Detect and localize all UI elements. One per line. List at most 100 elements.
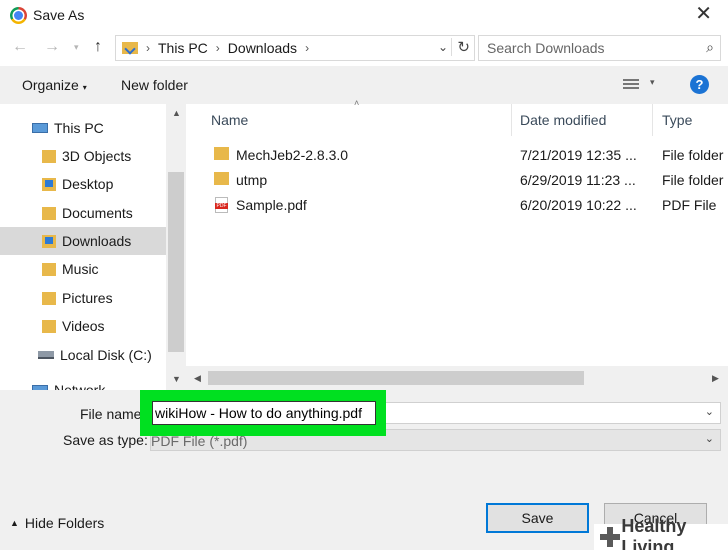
window-title: Save As — [33, 7, 85, 23]
desktop-icon — [42, 177, 56, 191]
breadcrumb-downloads[interactable]: Downloads — [228, 40, 297, 56]
organize-label: Organize — [22, 77, 79, 93]
sidebar-item-label: Videos — [62, 318, 105, 334]
sidebar-item-label: Network — [54, 382, 106, 390]
folder-icon — [214, 147, 229, 160]
sidebar-item-label: Desktop — [62, 176, 114, 192]
downloads-folder-icon — [122, 42, 138, 54]
view-options-icon[interactable] — [623, 79, 639, 91]
sidebar-item-label: Documents — [62, 205, 133, 221]
close-icon[interactable]: ✕ — [695, 4, 712, 24]
organize-button[interactable]: Organize ▾ — [22, 77, 87, 93]
breadcrumb-this-pc[interactable]: This PC — [158, 40, 208, 56]
scroll-down-icon[interactable]: ▼ — [172, 374, 181, 384]
up-arrow-icon[interactable]: ↑ — [94, 38, 102, 56]
title-bar: Save As ✕ — [0, 0, 728, 30]
watermark-badge: Healthy Living — [594, 516, 728, 550]
sidebar-item-label: Music — [62, 261, 99, 277]
file-name: MechJeb2-2.8.3.0 — [236, 147, 349, 163]
file-name-input[interactable] — [152, 401, 376, 425]
search-box[interactable]: ⌕ — [478, 35, 721, 61]
column-divider[interactable] — [652, 104, 653, 136]
sidebar-item-downloads[interactable]: Downloads — [0, 227, 166, 255]
back-arrow-icon[interactable]: ← — [12, 38, 28, 56]
file-name-highlight — [140, 390, 386, 436]
column-divider[interactable] — [511, 104, 512, 136]
music-icon — [42, 262, 56, 276]
sidebar-item-pictures[interactable]: Pictures — [0, 284, 166, 312]
videos-icon — [42, 319, 56, 333]
3d-objects-icon — [42, 149, 56, 163]
sidebar-item-label: This PC — [54, 120, 104, 136]
sidebar-item-this-pc[interactable]: This PC — [0, 114, 166, 142]
search-icon[interactable]: ⌕ — [706, 39, 714, 56]
chevron-up-icon: ▲ — [10, 518, 19, 528]
chevron-down-icon: ▾ — [82, 83, 87, 92]
chevron-down-icon[interactable]: ⌄ — [705, 405, 714, 418]
breadcrumb-separator-icon[interactable]: › — [146, 41, 150, 55]
scroll-left-icon[interactable]: ◀ — [194, 373, 201, 384]
forward-arrow-icon[interactable]: → — [44, 38, 60, 56]
pc-icon — [32, 123, 48, 133]
column-header-name[interactable]: Name — [211, 112, 248, 128]
search-input[interactable] — [479, 36, 689, 60]
scrollbar-thumb[interactable] — [208, 371, 584, 385]
file-date: 6/29/2019 11:23 ... — [520, 172, 636, 188]
save-as-type-label: Save as type: — [63, 432, 148, 448]
sidebar-scrollbar[interactable]: ▲ ▼ — [166, 104, 186, 390]
recent-locations-chevron-icon[interactable]: ▾ — [74, 42, 79, 53]
command-bar: Organize ▾ New folder ▾ ? — [0, 66, 728, 104]
address-bar[interactable]: › This PC › Downloads › ⌄ ↻ — [115, 35, 475, 61]
column-header-date-modified[interactable]: Date modified — [520, 112, 606, 128]
downloads-icon — [42, 234, 56, 248]
file-type: PDF File — [662, 197, 717, 213]
table-row[interactable]: MechJeb2-2.8.3.0 7/21/2019 12:35 ... Fil… — [204, 144, 728, 168]
table-row[interactable]: utmp 6/29/2019 11:23 ... File folder — [204, 169, 728, 193]
watermark-text: Healthy Living — [621, 516, 687, 550]
horizontal-scrollbar[interactable]: ◀ ▶ — [186, 366, 728, 390]
file-type: File folder — [662, 172, 724, 188]
folder-icon — [214, 172, 229, 185]
file-name-label: File name: — [80, 406, 146, 422]
scroll-right-icon[interactable]: ▶ — [712, 373, 719, 384]
new-folder-button[interactable]: New folder — [121, 77, 188, 93]
documents-icon — [42, 206, 56, 220]
sidebar-item-3d-objects[interactable]: 3D Objects — [0, 142, 166, 170]
sidebar-item-label: Pictures — [62, 290, 113, 306]
sidebar-item-local-disk[interactable]: Local Disk (C:) — [0, 341, 166, 369]
file-name: utmp — [236, 172, 268, 188]
chrome-icon — [10, 6, 27, 24]
file-list: ˄ Name Date modified Type MechJeb2-2.8.3… — [186, 98, 728, 390]
disk-icon — [38, 351, 54, 359]
chevron-down-icon[interactable]: ▾ — [650, 77, 655, 88]
sidebar-item-network[interactable]: Network — [0, 376, 166, 390]
address-dropdown-icon[interactable]: ⌄ — [438, 40, 448, 54]
file-date: 6/20/2019 10:22 ... — [520, 197, 637, 213]
help-icon[interactable]: ? — [690, 75, 709, 94]
sidebar-item-videos[interactable]: Videos — [0, 312, 166, 340]
sidebar-item-label: 3D Objects — [62, 148, 132, 164]
breadcrumb-separator-icon[interactable]: › — [305, 41, 309, 55]
sidebar-item-desktop[interactable]: Desktop — [0, 170, 166, 198]
sidebar-item-label: Downloads — [62, 233, 132, 249]
navigation-pane: This PC 3D Objects Desktop Documents Dow… — [0, 104, 186, 390]
hide-folders-button[interactable]: ▲ Hide Folders — [10, 515, 104, 531]
sidebar-item-documents[interactable]: Documents — [0, 199, 166, 227]
file-date: 7/21/2019 12:35 ... — [520, 147, 637, 163]
pictures-icon — [42, 291, 56, 305]
sidebar-item-music[interactable]: Music — [0, 255, 166, 283]
column-header-type[interactable]: Type — [662, 112, 692, 128]
save-button[interactable]: Save — [486, 503, 589, 533]
table-row[interactable]: Sample.pdf 6/20/2019 10:22 ... PDF File — [204, 194, 728, 218]
plus-logo-icon — [600, 527, 621, 547]
file-name: Sample.pdf — [236, 197, 307, 213]
breadcrumb-separator-icon[interactable]: › — [216, 41, 220, 55]
refresh-icon[interactable]: ↻ — [451, 38, 470, 56]
scroll-up-icon[interactable]: ▲ — [172, 108, 181, 118]
hide-folders-label: Hide Folders — [24, 515, 105, 531]
chevron-down-icon[interactable]: ⌄ — [705, 432, 714, 445]
scrollbar-thumb[interactable] — [168, 172, 184, 352]
address-row: ← → ▾ ↑ › This PC › Downloads › ⌄ ↻ ⌕ — [0, 30, 728, 66]
pdf-icon — [215, 197, 228, 213]
file-type: File folder — [662, 147, 724, 163]
